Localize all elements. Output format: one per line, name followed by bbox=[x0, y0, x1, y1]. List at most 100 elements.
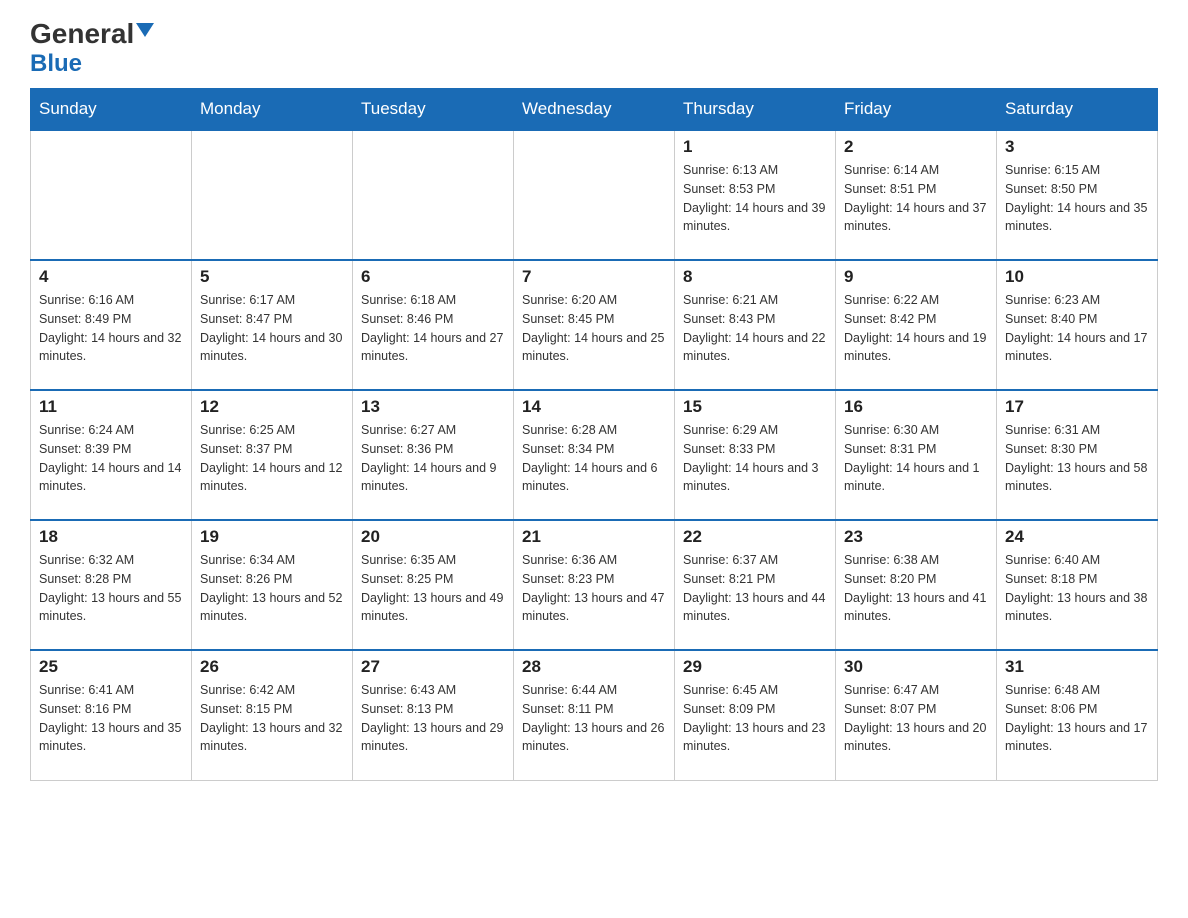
header-friday: Friday bbox=[836, 89, 997, 131]
day-info: Sunrise: 6:45 AMSunset: 8:09 PMDaylight:… bbox=[683, 681, 827, 756]
day-number: 9 bbox=[844, 267, 988, 287]
table-row: 14 Sunrise: 6:28 AMSunset: 8:34 PMDayligh… bbox=[514, 390, 675, 520]
day-number: 19 bbox=[200, 527, 344, 547]
table-row bbox=[514, 130, 675, 260]
table-row: 19 Sunrise: 6:34 AMSunset: 8:26 PMDayligh… bbox=[192, 520, 353, 650]
day-info: Sunrise: 6:22 AMSunset: 8:42 PMDaylight:… bbox=[844, 291, 988, 366]
table-row: 17 Sunrise: 6:31 AMSunset: 8:30 PMDayligh… bbox=[997, 390, 1158, 520]
table-row: 29 Sunrise: 6:45 AMSunset: 8:09 PMDayligh… bbox=[675, 650, 836, 780]
day-number: 24 bbox=[1005, 527, 1149, 547]
day-number: 28 bbox=[522, 657, 666, 677]
table-row bbox=[353, 130, 514, 260]
calendar-week-row: 25 Sunrise: 6:41 AMSunset: 8:16 PMDayligh… bbox=[31, 650, 1158, 780]
day-info: Sunrise: 6:18 AMSunset: 8:46 PMDaylight:… bbox=[361, 291, 505, 366]
day-number: 2 bbox=[844, 137, 988, 157]
day-info: Sunrise: 6:30 AMSunset: 8:31 PMDaylight:… bbox=[844, 421, 988, 496]
day-number: 23 bbox=[844, 527, 988, 547]
day-info: Sunrise: 6:16 AMSunset: 8:49 PMDaylight:… bbox=[39, 291, 183, 366]
table-row: 28 Sunrise: 6:44 AMSunset: 8:11 PMDayligh… bbox=[514, 650, 675, 780]
header-monday: Monday bbox=[192, 89, 353, 131]
day-info: Sunrise: 6:48 AMSunset: 8:06 PMDaylight:… bbox=[1005, 681, 1149, 756]
day-info: Sunrise: 6:36 AMSunset: 8:23 PMDaylight:… bbox=[522, 551, 666, 626]
day-info: Sunrise: 6:44 AMSunset: 8:11 PMDaylight:… bbox=[522, 681, 666, 756]
day-info: Sunrise: 6:28 AMSunset: 8:34 PMDaylight:… bbox=[522, 421, 666, 496]
table-row: 24 Sunrise: 6:40 AMSunset: 8:18 PMDayligh… bbox=[997, 520, 1158, 650]
table-row: 11 Sunrise: 6:24 AMSunset: 8:39 PMDayligh… bbox=[31, 390, 192, 520]
calendar-week-row: 18 Sunrise: 6:32 AMSunset: 8:28 PMDayligh… bbox=[31, 520, 1158, 650]
day-info: Sunrise: 6:42 AMSunset: 8:15 PMDaylight:… bbox=[200, 681, 344, 756]
logo-blue: Blue bbox=[30, 50, 82, 78]
day-info: Sunrise: 6:38 AMSunset: 8:20 PMDaylight:… bbox=[844, 551, 988, 626]
header-saturday: Saturday bbox=[997, 89, 1158, 131]
day-info: Sunrise: 6:43 AMSunset: 8:13 PMDaylight:… bbox=[361, 681, 505, 756]
header-wednesday: Wednesday bbox=[514, 89, 675, 131]
day-number: 7 bbox=[522, 267, 666, 287]
day-info: Sunrise: 6:37 AMSunset: 8:21 PMDaylight:… bbox=[683, 551, 827, 626]
day-number: 27 bbox=[361, 657, 505, 677]
day-info: Sunrise: 6:40 AMSunset: 8:18 PMDaylight:… bbox=[1005, 551, 1149, 626]
day-number: 22 bbox=[683, 527, 827, 547]
day-number: 20 bbox=[361, 527, 505, 547]
table-row: 27 Sunrise: 6:43 AMSunset: 8:13 PMDayligh… bbox=[353, 650, 514, 780]
day-info: Sunrise: 6:47 AMSunset: 8:07 PMDaylight:… bbox=[844, 681, 988, 756]
header-thursday: Thursday bbox=[675, 89, 836, 131]
logo-general: General bbox=[30, 20, 134, 48]
day-number: 16 bbox=[844, 397, 988, 417]
table-row: 16 Sunrise: 6:30 AMSunset: 8:31 PMDayligh… bbox=[836, 390, 997, 520]
table-row: 4 Sunrise: 6:16 AMSunset: 8:49 PMDaylight… bbox=[31, 260, 192, 390]
day-number: 25 bbox=[39, 657, 183, 677]
day-info: Sunrise: 6:21 AMSunset: 8:43 PMDaylight:… bbox=[683, 291, 827, 366]
table-row: 6Sunrise: 6:18 AMSunset: 8:46 PMDaylight… bbox=[353, 260, 514, 390]
day-number: 8 bbox=[683, 267, 827, 287]
day-info: Sunrise: 6:31 AMSunset: 8:30 PMDaylight:… bbox=[1005, 421, 1149, 496]
calendar-table: Sunday Monday Tuesday Wednesday Thursday… bbox=[30, 88, 1158, 781]
table-row: 15Sunrise: 6:29 AMSunset: 8:33 PMDayligh… bbox=[675, 390, 836, 520]
day-info: Sunrise: 6:35 AMSunset: 8:25 PMDaylight:… bbox=[361, 551, 505, 626]
day-info: Sunrise: 6:32 AMSunset: 8:28 PMDaylight:… bbox=[39, 551, 183, 626]
day-info: Sunrise: 6:34 AMSunset: 8:26 PMDaylight:… bbox=[200, 551, 344, 626]
day-number: 4 bbox=[39, 267, 183, 287]
day-info: Sunrise: 6:27 AMSunset: 8:36 PMDaylight:… bbox=[361, 421, 505, 496]
table-row: 22 Sunrise: 6:37 AMSunset: 8:21 PMDayligh… bbox=[675, 520, 836, 650]
day-number: 18 bbox=[39, 527, 183, 547]
calendar-week-row: 11 Sunrise: 6:24 AMSunset: 8:39 PMDayligh… bbox=[31, 390, 1158, 520]
table-row: 10 Sunrise: 6:23 AMSunset: 8:40 PMDayligh… bbox=[997, 260, 1158, 390]
day-info: Sunrise: 6:24 AMSunset: 8:39 PMDaylight:… bbox=[39, 421, 183, 496]
day-number: 29 bbox=[683, 657, 827, 677]
day-number: 17 bbox=[1005, 397, 1149, 417]
table-row: 20 Sunrise: 6:35 AMSunset: 8:25 PMDayligh… bbox=[353, 520, 514, 650]
day-number: 13 bbox=[361, 397, 505, 417]
day-info: Sunrise: 6:13 AMSunset: 8:53 PMDaylight:… bbox=[683, 161, 827, 236]
day-info: Sunrise: 6:17 AMSunset: 8:47 PMDaylight:… bbox=[200, 291, 344, 366]
day-info: Sunrise: 6:20 AMSunset: 8:45 PMDaylight:… bbox=[522, 291, 666, 366]
day-info: Sunrise: 6:23 AMSunset: 8:40 PMDaylight:… bbox=[1005, 291, 1149, 366]
day-info: Sunrise: 6:14 AMSunset: 8:51 PMDaylight:… bbox=[844, 161, 988, 236]
table-row: 7 Sunrise: 6:20 AMSunset: 8:45 PMDaylight… bbox=[514, 260, 675, 390]
header-tuesday: Tuesday bbox=[353, 89, 514, 131]
table-row: 26 Sunrise: 6:42 AMSunset: 8:15 PMDayligh… bbox=[192, 650, 353, 780]
day-number: 1 bbox=[683, 137, 827, 157]
table-row bbox=[31, 130, 192, 260]
day-number: 26 bbox=[200, 657, 344, 677]
table-row: 5 Sunrise: 6:17 AMSunset: 8:47 PMDaylight… bbox=[192, 260, 353, 390]
day-number: 30 bbox=[844, 657, 988, 677]
table-row: 1 Sunrise: 6:13 AMSunset: 8:53 PMDaylight… bbox=[675, 130, 836, 260]
table-row: 18 Sunrise: 6:32 AMSunset: 8:28 PMDayligh… bbox=[31, 520, 192, 650]
day-number: 21 bbox=[522, 527, 666, 547]
table-row: 12Sunrise: 6:25 AMSunset: 8:37 PMDayligh… bbox=[192, 390, 353, 520]
calendar-header-row: Sunday Monday Tuesday Wednesday Thursday… bbox=[31, 89, 1158, 131]
table-row: 3Sunrise: 6:15 AMSunset: 8:50 PMDaylight… bbox=[997, 130, 1158, 260]
day-number: 10 bbox=[1005, 267, 1149, 287]
day-info: Sunrise: 6:15 AMSunset: 8:50 PMDaylight:… bbox=[1005, 161, 1149, 236]
logo: General Blue bbox=[30, 20, 154, 78]
day-number: 11 bbox=[39, 397, 183, 417]
day-number: 15 bbox=[683, 397, 827, 417]
calendar-week-row: 4 Sunrise: 6:16 AMSunset: 8:49 PMDaylight… bbox=[31, 260, 1158, 390]
table-row: 2 Sunrise: 6:14 AMSunset: 8:51 PMDaylight… bbox=[836, 130, 997, 260]
page-header: General Blue bbox=[30, 20, 1158, 78]
logo-triangle-icon bbox=[136, 23, 154, 37]
day-number: 5 bbox=[200, 267, 344, 287]
day-number: 14 bbox=[522, 397, 666, 417]
day-info: Sunrise: 6:41 AMSunset: 8:16 PMDaylight:… bbox=[39, 681, 183, 756]
table-row: 9 Sunrise: 6:22 AMSunset: 8:42 PMDaylight… bbox=[836, 260, 997, 390]
